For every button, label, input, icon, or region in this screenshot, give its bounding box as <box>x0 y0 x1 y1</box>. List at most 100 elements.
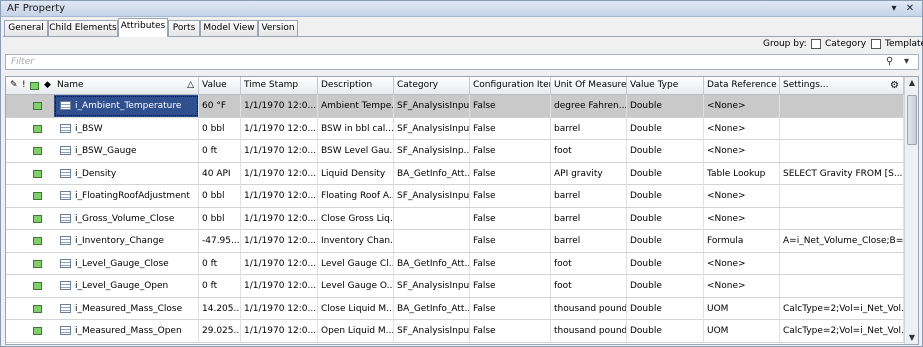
search-icon[interactable]: ⚲ <box>886 56 893 67</box>
cell-unit-of-measure[interactable]: foot <box>551 140 627 162</box>
cell-configuration-item[interactable]: False <box>470 230 551 252</box>
cell-unit-of-measure[interactable]: barrel <box>551 207 627 230</box>
cell-category[interactable]: SF_AnalysisInp... <box>394 140 470 162</box>
cell-category[interactable] <box>394 207 470 230</box>
cell-unit-of-measure[interactable]: barrel <box>551 117 627 140</box>
cell-settings[interactable]: A=i_Net_Volume_Close;B=... <box>780 230 904 252</box>
cell-category[interactable]: SF_AnalysisInput <box>394 117 470 140</box>
cell-value[interactable]: 0 ft <box>199 275 241 297</box>
cell-value[interactable]: 29.025... <box>199 320 241 342</box>
cell-description[interactable]: Inventory Chan... <box>318 230 394 252</box>
cell-value-type[interactable]: Double <box>627 117 704 140</box>
vertical-scrollbar[interactable]: ▲ ▼ <box>904 77 918 344</box>
cell-description[interactable]: Open Liquid M... <box>318 320 394 342</box>
cell-timestamp[interactable]: 1/1/1970 12:0... <box>241 297 318 320</box>
filter-input[interactable]: Filter ⚲ ▾ <box>5 54 919 70</box>
cell-timestamp[interactable]: 1/1/1970 12:0... <box>241 275 318 297</box>
tab-attributes[interactable]: Attributes <box>118 18 168 37</box>
cell-unit-of-measure[interactable]: barrel <box>551 185 627 207</box>
cell-description[interactable]: Close Liquid M... <box>318 297 394 320</box>
scroll-down-arrow[interactable]: ▼ <box>905 332 918 344</box>
cell-category[interactable]: BA_GetInfo_Att... <box>394 162 470 185</box>
column-header-description[interactable]: Description <box>318 77 394 95</box>
cell-settings[interactable]: CalcType=2;Vol=i_Net_Vol... <box>780 297 904 320</box>
column-header-category[interactable]: Category <box>394 77 470 95</box>
cell-name[interactable]: i_Ambient_Temperature <box>54 95 199 117</box>
cell-category[interactable]: BA_GetInfo_Att... <box>394 297 470 320</box>
pin-icon[interactable]: ▾ <box>887 2 901 15</box>
cell-data-reference[interactable]: Table Lookup <box>704 162 780 185</box>
cell-category[interactable]: SF_AnalysisInput <box>394 185 470 207</box>
close-icon[interactable]: ✕ <box>903 2 917 15</box>
cell-category[interactable]: SF_AnalysisInput <box>394 320 470 342</box>
cell-data-reference[interactable]: <None> <box>704 185 780 207</box>
cell-timestamp[interactable]: 1/1/1970 12:0... <box>241 117 318 140</box>
tab-child-elements[interactable]: Child Elements <box>48 20 118 37</box>
exclamation-icon[interactable]: ! <box>22 80 26 90</box>
cell-category[interactable]: SF_AnalysisInput <box>394 275 470 297</box>
cell-value-type[interactable]: Double <box>627 162 704 185</box>
tab-general[interactable]: General <box>4 20 48 37</box>
column-header-unit-of-measure[interactable]: Unit Of Measure <box>551 77 627 95</box>
cell-unit-of-measure[interactable]: degree Fahren... <box>551 95 627 117</box>
table-row[interactable]: i_Density 40 API 1/1/1970 12:0... Liquid De… <box>6 162 904 185</box>
table-row[interactable]: i_BSW_Gauge 0 ft 1/1/1970 12:0... BSW Level… <box>6 140 904 163</box>
cell-description[interactable]: Floating Roof A... <box>318 185 394 207</box>
cell-settings[interactable]: SELECT Gravity FROM [S... <box>780 162 904 185</box>
cell-value[interactable]: 0 bbl <box>199 117 241 140</box>
cell-value[interactable]: -47.95... <box>199 230 241 252</box>
table-row[interactable]: i_Inventory_Change -47.95... 1/1/1970 12:0… <box>6 230 904 253</box>
cell-description[interactable]: BSW in bbl cal... <box>318 117 394 140</box>
cell-value[interactable]: 0 bbl <box>199 185 241 207</box>
scroll-thumb[interactable] <box>907 95 917 145</box>
pencil-icon[interactable]: ✎ <box>10 80 18 90</box>
cell-value-type[interactable]: Double <box>627 140 704 162</box>
cell-configuration-item[interactable]: False <box>470 117 551 140</box>
cell-data-reference[interactable]: <None> <box>704 140 780 162</box>
template-checkbox[interactable] <box>871 39 881 49</box>
cell-data-reference[interactable]: <None> <box>704 275 780 297</box>
cell-data-reference[interactable]: <None> <box>704 95 780 117</box>
cell-name[interactable]: i_Inventory_Change <box>54 230 199 252</box>
cell-configuration-item[interactable]: False <box>470 275 551 297</box>
cell-configuration-item[interactable]: False <box>470 207 551 230</box>
cell-value-type[interactable]: Double <box>627 297 704 320</box>
cell-configuration-item[interactable]: False <box>470 252 551 275</box>
cell-value-type[interactable]: Double <box>627 275 704 297</box>
cell-data-reference[interactable]: UOM <box>704 320 780 342</box>
cell-configuration-item[interactable]: False <box>470 320 551 342</box>
column-header-name[interactable]: Name △ <box>54 77 199 95</box>
cell-name[interactable]: i_Measured_Mass_Open <box>54 320 199 342</box>
cell-configuration-item[interactable]: False <box>470 95 551 117</box>
cell-description[interactable]: Close Gross Liq... <box>318 207 394 230</box>
cell-value[interactable]: 0 ft <box>199 252 241 275</box>
table-row[interactable]: i_Gross_Volume_Close 0 bbl 1/1/1970 12:0..… <box>6 207 904 230</box>
scroll-up-arrow[interactable]: ▲ <box>905 77 918 89</box>
cell-timestamp[interactable]: 1/1/1970 12:0... <box>241 207 318 230</box>
cell-configuration-item[interactable]: False <box>470 162 551 185</box>
cell-data-reference[interactable]: <None> <box>704 252 780 275</box>
cell-unit-of-measure[interactable]: API gravity <box>551 162 627 185</box>
cell-unit-of-measure[interactable]: thousand pound <box>551 320 627 342</box>
table-row[interactable]: i_Level_Gauge_Close 0 ft 1/1/1970 12:0... L… <box>6 252 904 275</box>
category-checkbox[interactable] <box>811 39 821 49</box>
cell-configuration-item[interactable]: False <box>470 185 551 207</box>
table-row[interactable]: i_Measured_Mass_Open 29.025... 1/1/1970 12… <box>6 320 904 343</box>
cell-configuration-item[interactable]: False <box>470 140 551 162</box>
cell-timestamp[interactable]: 1/1/1970 12:0... <box>241 252 318 275</box>
cell-timestamp[interactable]: 1/1/1970 12:0... <box>241 320 318 342</box>
tab-ports[interactable]: Ports <box>168 20 200 37</box>
tab-model-view[interactable]: Model View <box>200 20 258 37</box>
cell-value[interactable]: 40 API <box>199 162 241 185</box>
cell-data-reference[interactable]: Formula <box>704 230 780 252</box>
cell-name[interactable]: i_BSW_Gauge <box>54 140 199 162</box>
cell-timestamp[interactable]: 1/1/1970 12:0... <box>241 95 318 117</box>
cell-category[interactable] <box>394 230 470 252</box>
cell-value-type[interactable]: Double <box>627 207 704 230</box>
cell-category[interactable]: BA_GetInfo_Att... <box>394 252 470 275</box>
cell-unit-of-measure[interactable]: barrel <box>551 230 627 252</box>
cell-value[interactable]: 14.205... <box>199 297 241 320</box>
table-row[interactable]: i_Measured_Mass_Close 14.205... 1/1/1970 1… <box>6 297 904 320</box>
cell-settings[interactable] <box>780 275 904 297</box>
cell-description[interactable]: Level Gauge O... <box>318 275 394 297</box>
